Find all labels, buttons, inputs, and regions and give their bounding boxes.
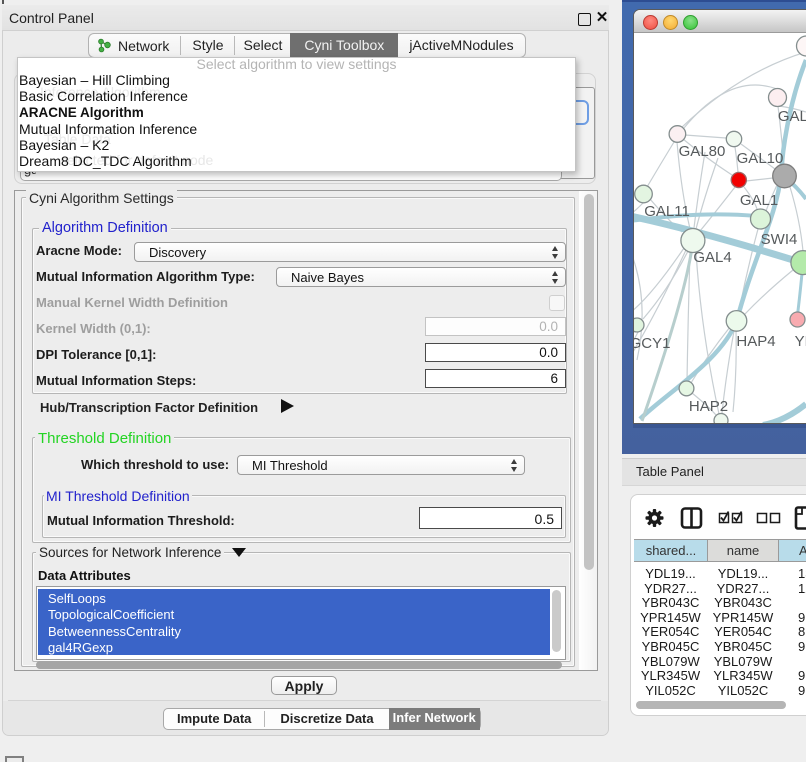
svg-text:GCY1: GCY1 (634, 335, 670, 352)
svg-text:GAL4: GAL4 (693, 249, 731, 266)
svg-text:GAL80: GAL80 (679, 143, 726, 160)
svg-text:HAP4: HAP4 (736, 333, 775, 350)
svg-text:GAL7: GAL7 (778, 108, 806, 125)
svg-text:GAL1: GAL1 (740, 192, 778, 209)
svg-text:HAP2: HAP2 (689, 398, 728, 415)
svg-text:GAL10: GAL10 (737, 150, 784, 167)
svg-text:YD: YD (795, 333, 806, 350)
svg-text:SWI4: SWI4 (761, 231, 798, 248)
svg-text:GAL11: GAL11 (644, 203, 690, 220)
